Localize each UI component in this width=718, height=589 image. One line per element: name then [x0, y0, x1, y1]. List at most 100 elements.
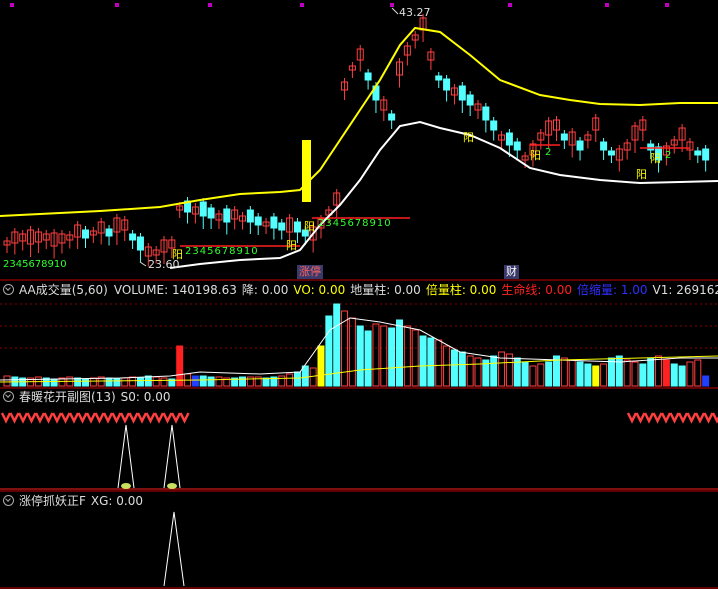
candle-body — [223, 208, 231, 223]
candle-body — [458, 85, 466, 101]
signal-chevron — [77, 412, 88, 424]
volume-bar — [670, 363, 678, 387]
signal-chevron — [26, 412, 37, 424]
signal-chevron — [34, 412, 46, 424]
volume-bar — [600, 363, 608, 387]
volume-bar — [136, 377, 144, 387]
time-marker — [300, 3, 304, 7]
collapse-icon[interactable] — [3, 284, 14, 295]
volume-bar — [427, 337, 435, 387]
candle-body — [443, 78, 451, 91]
volume-value-item: 倍缩量: 1.00 — [576, 283, 648, 297]
candle-body — [505, 132, 513, 146]
volume-values: VOLUME: 140198.63 降: 0.00 VO: 0.00 地量柱: 0.0… — [114, 283, 718, 297]
candle-body — [199, 201, 207, 217]
yang-marker: 阳 — [463, 131, 474, 144]
signal-chevron — [635, 412, 646, 424]
volume-bar — [702, 375, 710, 387]
candle-body — [435, 75, 443, 81]
volume-value-item: VOLUME: 140198.63 — [113, 283, 237, 297]
indicator-1-title[interactable]: 春暖花开副图(13) — [19, 390, 116, 404]
indicator-2-title[interactable]: 涨停抓妖正F — [19, 494, 86, 508]
volume-bar — [199, 375, 207, 387]
flower-icon — [167, 483, 177, 489]
volume-bar — [403, 325, 411, 387]
signal-chevron — [677, 412, 689, 424]
volume-bar — [411, 329, 419, 387]
volume-value-item: 降: 0.00 — [241, 283, 289, 297]
volume-bar — [356, 325, 364, 387]
volume-value-item: 倍量柱: 0.00 — [425, 283, 497, 297]
volume-bar — [105, 377, 113, 387]
volume-panel-header: AA成交量(5,60) VOLUME: 140198.63 降: 0.00 VO: 0… — [0, 281, 718, 299]
limit-up-candle — [302, 140, 311, 202]
volume-bar — [686, 361, 694, 387]
sequence-label: 2345678910 — [318, 218, 392, 229]
volume-bar — [647, 357, 655, 387]
volume-panel-title[interactable]: AA成交量(5,60) — [19, 283, 108, 297]
volume-bar — [474, 357, 482, 387]
volume-bar — [129, 376, 137, 387]
volume-bar — [121, 377, 129, 387]
volume-bar — [655, 355, 663, 387]
signal-chevron — [652, 412, 663, 424]
candle-body — [482, 106, 490, 121]
volume-bar — [160, 377, 168, 387]
signal-chevron — [111, 412, 122, 424]
volume-bar — [615, 355, 623, 387]
yang-marker: 阳 — [530, 149, 541, 162]
candle-body — [388, 113, 396, 121]
signal-chevron — [51, 412, 63, 424]
collapse-icon[interactable] — [3, 495, 14, 506]
time-marker — [115, 3, 119, 7]
candle-body — [207, 207, 215, 219]
volume-bar — [466, 355, 474, 387]
signal-chevron — [153, 412, 165, 424]
time-marker — [665, 3, 669, 7]
volume-bar — [592, 365, 600, 387]
volume-bar — [207, 376, 215, 387]
signal-chevron — [60, 412, 71, 424]
volume-bar — [419, 335, 427, 387]
volume-bar — [521, 361, 529, 387]
sequence-label: 2345678910 — [185, 246, 259, 257]
yang-marker: 阳 — [304, 220, 315, 233]
signal-chevron — [94, 412, 105, 424]
signal-chevron — [643, 412, 655, 424]
candle-body — [254, 216, 262, 226]
limit-up-tag[interactable]: 涨停 — [297, 265, 323, 279]
signal-chevron — [85, 412, 97, 424]
signal-spike — [163, 424, 181, 489]
volume-bar — [529, 365, 537, 387]
volume-bar — [317, 345, 325, 387]
volume-bar — [215, 376, 223, 387]
candle-body — [129, 233, 137, 241]
volume-bar — [293, 371, 301, 387]
candle-body — [293, 221, 301, 233]
volume-bars — [0, 303, 718, 387]
volume-bar — [380, 325, 388, 387]
indicator-1-header: 春暖花开副图(13) S0: 0.00 — [0, 388, 718, 406]
yang-marker: 阳 — [636, 168, 647, 181]
volume-bar — [364, 330, 372, 387]
indicator-1-value: S0: 0.00 — [120, 390, 171, 404]
volume-bar — [576, 361, 584, 387]
candle-body — [513, 141, 521, 151]
volume-bar — [82, 378, 89, 387]
volume-bar — [239, 376, 246, 387]
volume-bar — [631, 361, 639, 387]
collapse-icon[interactable] — [3, 391, 14, 402]
yang-marker: 阳 — [286, 239, 297, 252]
volume-bar — [50, 378, 58, 387]
volume-bar — [396, 319, 403, 387]
price-high-label: 43.27 — [399, 6, 431, 19]
volume-bar — [678, 365, 686, 387]
candle-body — [607, 150, 615, 156]
finance-tag[interactable]: 财 — [504, 265, 519, 279]
signal-chevron — [703, 412, 714, 424]
volume-bar — [623, 359, 631, 387]
volume-bar — [286, 373, 294, 387]
volume-bar — [301, 365, 309, 387]
signal-chevron — [145, 412, 156, 424]
volume-bar — [372, 323, 380, 387]
